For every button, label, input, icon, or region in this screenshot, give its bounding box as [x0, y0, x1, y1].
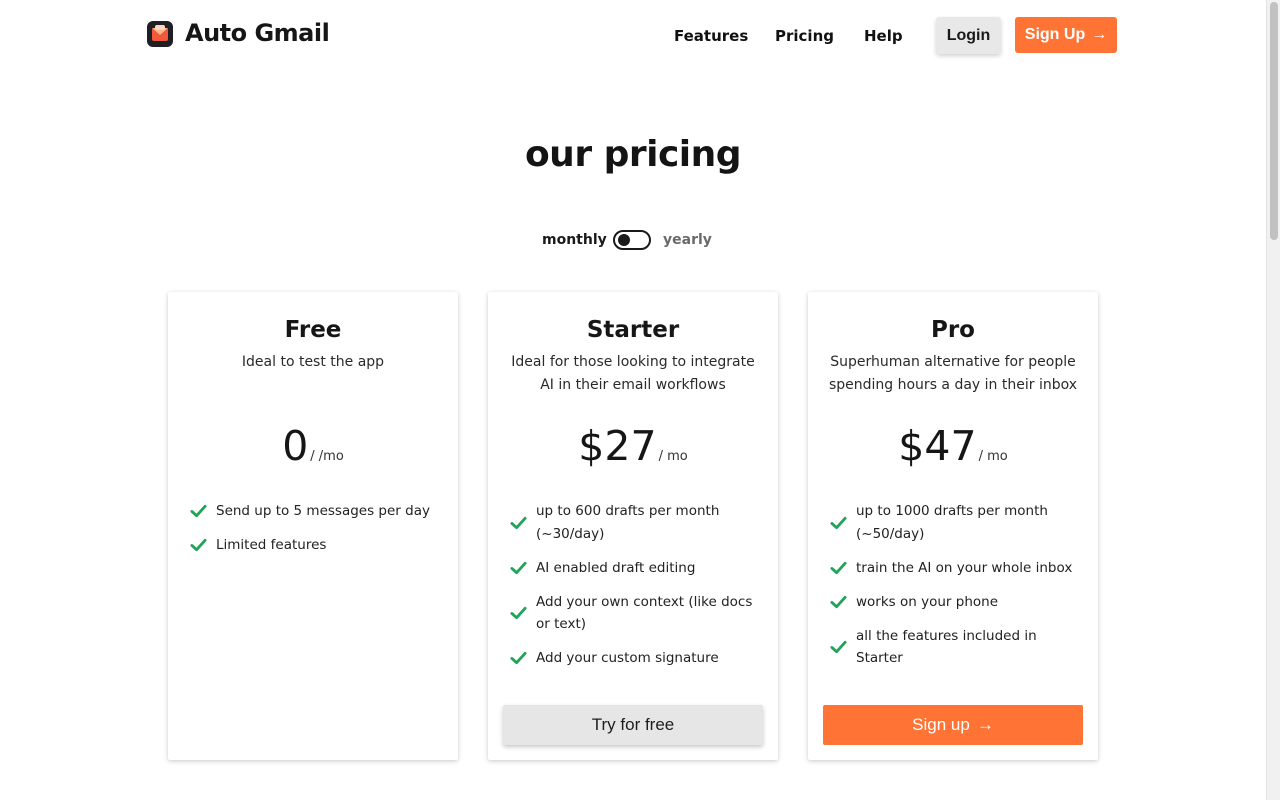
- feature-text: AI enabled draft editing: [536, 559, 696, 576]
- billing-yearly-label[interactable]: yearly: [663, 232, 712, 248]
- checkmark-icon: [830, 640, 847, 654]
- cta-label: Try for free: [591, 715, 675, 734]
- feature-text: up to 600 drafts per month (~30/day): [536, 503, 720, 542]
- plan-card-free: Free Ideal to test the app 0/ /mo Send u…: [168, 292, 458, 760]
- login-button[interactable]: Login: [936, 17, 1001, 54]
- feature-item: works on your phone: [830, 591, 1084, 614]
- plan-card-starter: Starter Ideal for those looking to integ…: [488, 292, 778, 760]
- feature-item: all the features included in Starter: [830, 625, 1084, 670]
- feature-item: Add your custom signature: [510, 647, 764, 670]
- checkmark-icon: [190, 539, 207, 552]
- plan-price: $27/ mo: [488, 422, 778, 470]
- price-period: / mo: [978, 449, 1008, 464]
- page-title: our pricing: [524, 134, 742, 175]
- checkmark-icon: [510, 561, 527, 574]
- feature-text: Add your own context (like docs or text): [536, 593, 753, 633]
- plan-price: 0/ /mo: [168, 422, 458, 470]
- checkmark-icon: [510, 652, 527, 665]
- nav-link-pricing[interactable]: Pricing: [775, 27, 834, 45]
- checkmark-icon: [830, 595, 847, 608]
- feature-item: Limited features: [190, 534, 444, 557]
- mail-logo-icon[interactable]: [147, 21, 173, 47]
- checkmark-icon: [830, 561, 847, 574]
- billing-monthly-label[interactable]: monthly: [542, 232, 607, 248]
- plan-name: Pro: [930, 317, 975, 343]
- feature-item: up to 1000 drafts per month (~50/day): [830, 500, 1084, 545]
- nav-link-features[interactable]: Features: [674, 27, 748, 45]
- feature-item: up to 600 drafts per month (~30/day): [510, 500, 764, 545]
- plan-description: Ideal for those looking to integrate AI …: [511, 354, 755, 393]
- checkmark-icon: [510, 516, 527, 529]
- feature-text: Limited features: [216, 537, 327, 553]
- top-navbar: Auto Gmail Features Pricing Help Login S…: [0, 0, 1266, 72]
- plan-description: Superhuman alternative for people spendi…: [828, 354, 1078, 393]
- arrow-right-icon: →: [976, 715, 994, 734]
- feature-item: Send up to 5 messages per day: [190, 500, 444, 523]
- checkmark-icon: [830, 516, 847, 529]
- feature-text: works on your phone: [856, 593, 998, 610]
- plan-price: $47/ mo: [808, 422, 1098, 470]
- price-amount: $27: [578, 422, 657, 470]
- price-period: / mo: [658, 449, 688, 464]
- brand-name[interactable]: Auto Gmail: [185, 19, 330, 47]
- price-amount: $47: [898, 422, 977, 470]
- plan-name: Starter: [586, 317, 680, 343]
- billing-toggle[interactable]: [613, 230, 651, 250]
- nav-link-help[interactable]: Help: [864, 27, 903, 45]
- plan-name: Free: [284, 317, 342, 343]
- scrollbar-thumb[interactable]: [1270, 2, 1278, 240]
- price-period: / /mo: [310, 449, 344, 464]
- feature-text: Add your custom signature: [536, 650, 719, 666]
- feature-text: all the features included in Starter: [856, 627, 1037, 667]
- feature-item: train the AI on your whole inbox: [830, 557, 1084, 580]
- feature-text: train the AI on your whole inbox: [856, 559, 1073, 576]
- plan-card-pro: Pro Superhuman alternative for people sp…: [808, 292, 1098, 760]
- try-for-free-button[interactable]: Try for free: [503, 705, 763, 745]
- feature-text: Send up to 5 messages per day: [216, 503, 430, 519]
- plan-description: Ideal to test the app: [241, 354, 385, 370]
- checkmark-icon: [190, 505, 207, 518]
- price-amount: 0: [282, 422, 309, 470]
- feature-text: up to 1000 drafts per month (~50/day): [856, 503, 1048, 542]
- cta-label: Sign up: [912, 715, 970, 734]
- toggle-knob: [618, 234, 630, 246]
- checkmark-icon: [510, 606, 527, 620]
- arrow-right-icon: →: [1091, 26, 1108, 43]
- feature-item: AI enabled draft editing: [510, 557, 764, 580]
- feature-list: Send up to 5 messages per day Limited fe…: [190, 500, 444, 568]
- pro-signup-button[interactable]: Sign up →: [823, 705, 1083, 745]
- signup-button[interactable]: Sign Up →: [1015, 17, 1117, 53]
- feature-item: Add your own context (like docs or text): [510, 591, 764, 636]
- feature-list: up to 1000 drafts per month (~50/day) tr…: [830, 500, 1084, 681]
- login-button-label: Login: [946, 26, 991, 44]
- feature-list: up to 600 drafts per month (~30/day) AI …: [510, 500, 764, 681]
- signup-button-label: Sign Up: [1024, 26, 1086, 43]
- billing-period-switch: monthly yearly: [0, 230, 1266, 252]
- page-scrollbar[interactable]: [1266, 0, 1280, 800]
